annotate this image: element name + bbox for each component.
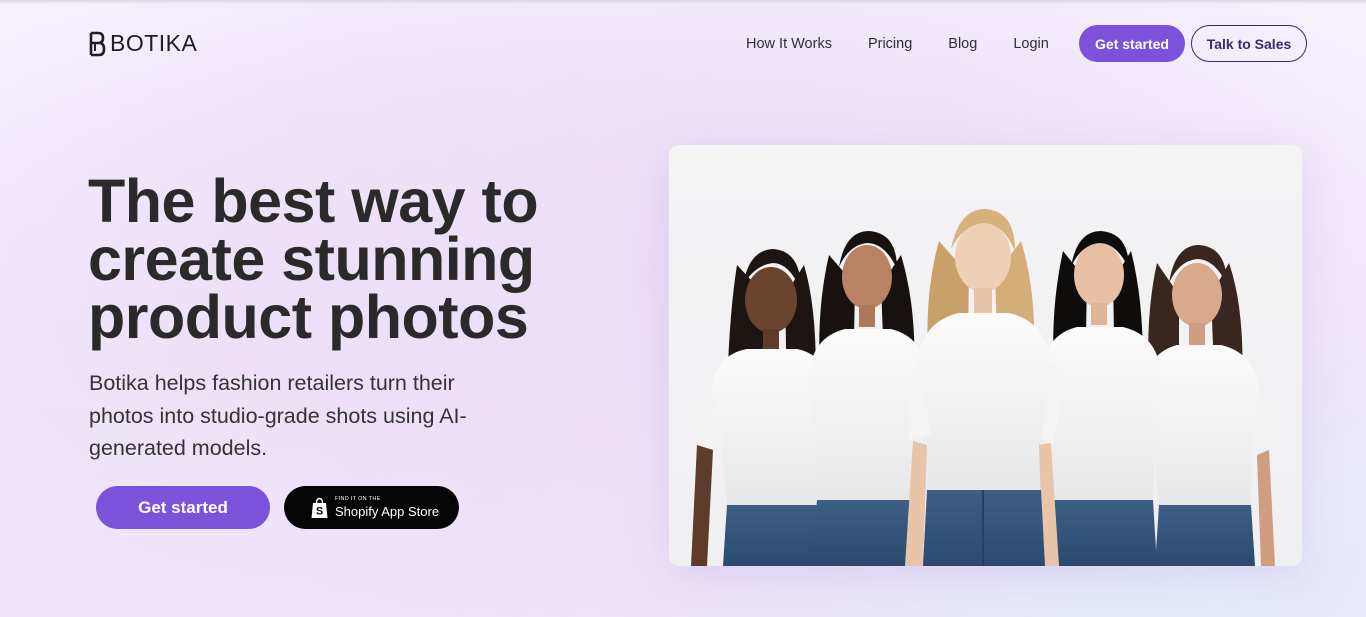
botika-logo-icon [89,31,106,56]
model-3 [905,209,1065,566]
nav-link-blog[interactable]: Blog [948,36,977,52]
nav-links: How It Works Pricing Blog Login [746,25,1085,62]
brand-logo[interactable]: BOTIKA [88,30,197,57]
nav-link-pricing[interactable]: Pricing [868,36,912,52]
shopify-app-store-button[interactable]: S FIND IT ON THE Shopify App Store [284,486,459,529]
top-navigation: BOTIKA How It Works Pricing Blog Login G… [0,25,1366,62]
svg-text:S: S [316,505,323,517]
model-1 [687,249,829,566]
nav-link-login[interactable]: Login [1013,36,1048,52]
brand-name: BOTIKA [110,30,198,56]
hero-subtext: Botika helps fashion retailers turn thei… [89,371,467,460]
top-edge-shadow [0,0,1366,4]
hero-get-started-button[interactable]: Get started [96,486,270,529]
shopify-bag-icon: S [311,497,328,518]
shopify-label-small: FIND IT ON THE [335,496,381,503]
shopify-label-big: Shopify App Store [335,503,440,519]
hero-image-card [669,145,1302,566]
nav-link-how-it-works[interactable]: How It Works [746,36,832,52]
talk-to-sales-button[interactable]: Talk to Sales [1191,25,1307,62]
hero-models-illustration [687,209,1281,566]
shopify-label: FIND IT ON THE Shopify App Store [335,497,439,518]
model-5 [1143,245,1281,566]
hero-headline: The best way to create stunning product … [88,167,539,351]
nav-get-started-button[interactable]: Get started [1079,25,1185,62]
